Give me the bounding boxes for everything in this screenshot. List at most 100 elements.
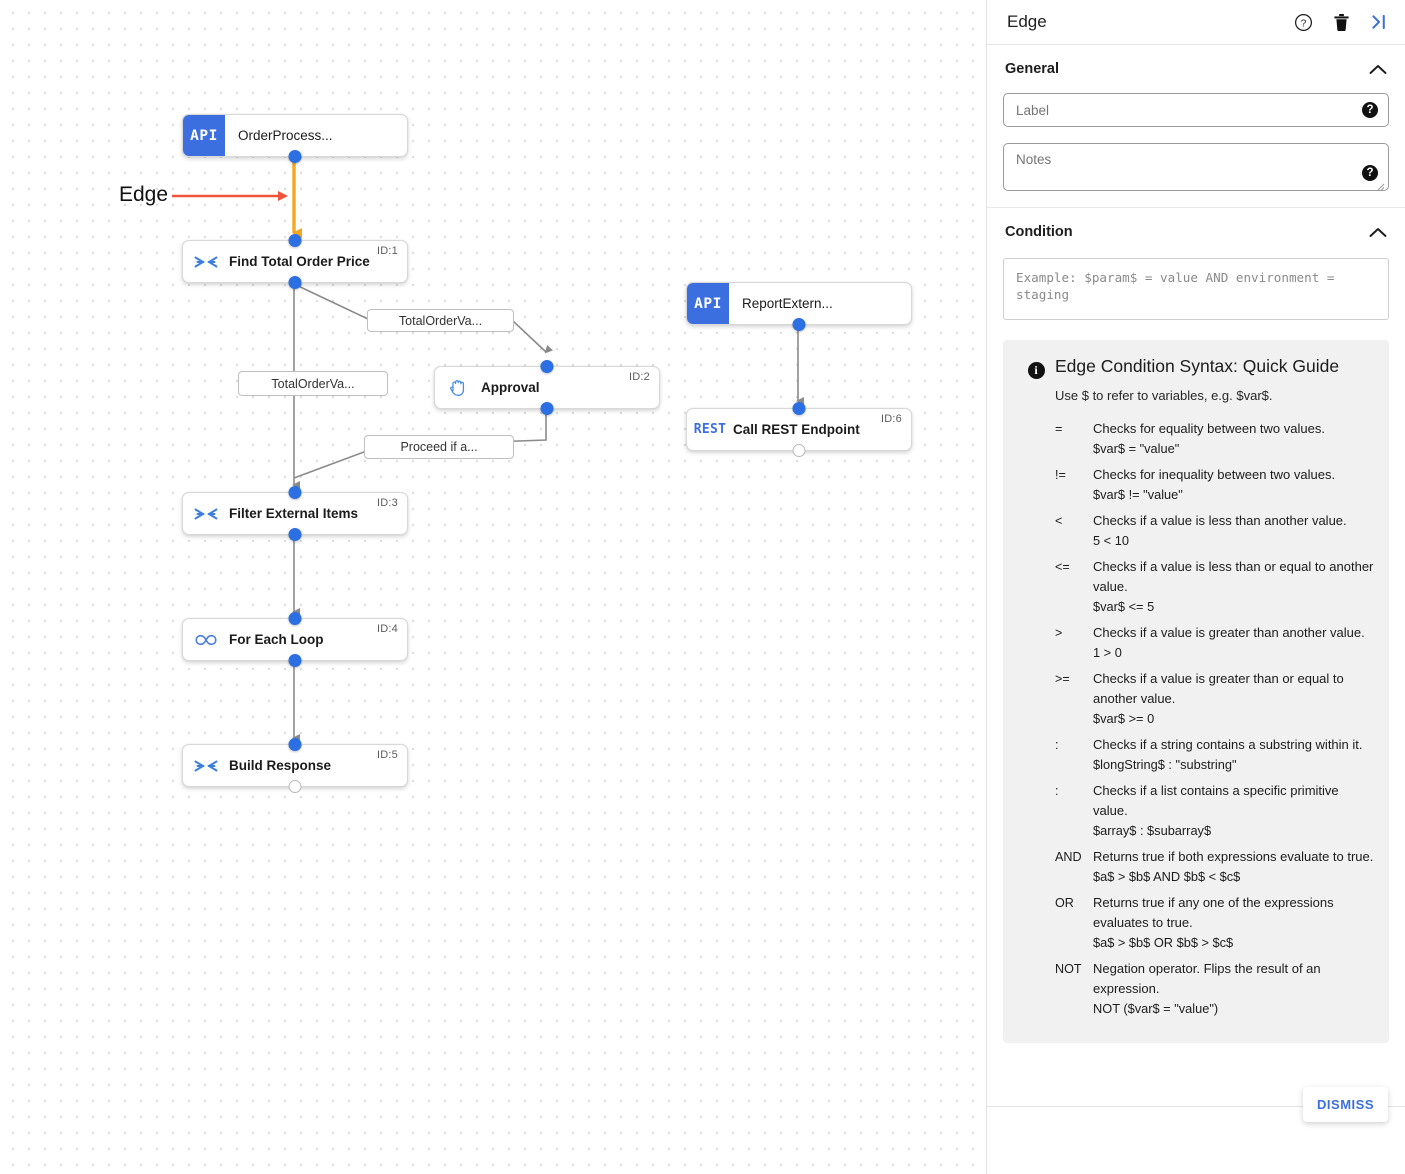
node-id-label: ID:1: [377, 245, 398, 257]
operator-key: :: [1055, 738, 1059, 752]
node-title: Find Total Order Price: [229, 254, 370, 269]
operator-desc: Checks if a string contains a substring …: [1093, 737, 1363, 752]
collapse-panel-icon[interactable]: [1370, 13, 1389, 31]
chevron-up-icon[interactable]: [1369, 64, 1387, 75]
node-output-port[interactable]: [288, 780, 302, 793]
merge-arrows-icon: [183, 759, 229, 773]
node-find-total-order-price[interactable]: Find Total Order Price ID:1: [182, 234, 408, 289]
operator-row: >= Checks if a value is greater than or …: [1055, 669, 1375, 729]
operator-row: != Checks for inequality between two val…: [1055, 465, 1375, 505]
operator-row: OR Returns true if any one of the expres…: [1055, 893, 1375, 953]
operator-desc: Checks if a value is less than another v…: [1093, 513, 1347, 528]
node-output-port[interactable]: [792, 444, 806, 457]
node-output-port[interactable]: [288, 150, 302, 163]
operator-key: !=: [1055, 468, 1066, 482]
section-condition-header[interactable]: Condition: [1003, 208, 1389, 256]
node-id-label: ID:4: [377, 623, 398, 635]
annotation-label: Edge: [119, 183, 169, 206]
rest-badge-icon: REST: [693, 422, 727, 437]
edge-label[interactable]: TotalOrderVa...: [238, 371, 388, 396]
delete-icon[interactable]: [1333, 13, 1350, 32]
section-condition-title: Condition: [1005, 224, 1073, 240]
operator-example: $var$ != "value": [1093, 487, 1183, 502]
operator-key: AND: [1055, 850, 1082, 864]
operator-key: OR: [1055, 896, 1074, 910]
operator-example: 5 < 10: [1093, 533, 1129, 548]
chevron-up-icon[interactable]: [1369, 227, 1387, 238]
panel-scroll-area[interactable]: General Label ? Notes ? Condition Exampl…: [987, 45, 1405, 1106]
operator-key: >=: [1055, 672, 1070, 686]
node-approval[interactable]: Approval ID:2: [434, 360, 660, 415]
operator-key: >: [1055, 626, 1063, 640]
node-input-port[interactable]: [540, 360, 554, 373]
label-field[interactable]: Label ?: [1003, 93, 1389, 127]
node-output-port[interactable]: [288, 654, 302, 667]
node-input-port[interactable]: [288, 486, 302, 499]
operator-desc: Returns true if both expressions evaluat…: [1093, 849, 1374, 864]
node-input-port[interactable]: [792, 402, 806, 415]
api-badge-icon: API: [183, 115, 225, 156]
operator-desc: Checks for inequality between two values…: [1093, 467, 1336, 482]
node-build-response[interactable]: Build Response ID:5: [182, 738, 408, 793]
section-general-header[interactable]: General: [1003, 45, 1389, 93]
guide-subtitle: Use $ to refer to variables, e.g. $var$.: [1055, 388, 1273, 403]
node-title: Filter External Items: [229, 506, 359, 521]
section-general: General Label ? Notes ?: [987, 45, 1405, 208]
node-input-port[interactable]: [288, 612, 302, 625]
label-field-placeholder: Label: [1016, 102, 1050, 118]
notes-field-placeholder: Notes: [1016, 152, 1052, 167]
help-icon[interactable]: ?: [1362, 102, 1378, 118]
operator-example: $var$ = "value": [1093, 441, 1180, 456]
operator-row: : Checks if a string contains a substrin…: [1055, 735, 1375, 775]
operator-desc: Checks if a value is less than or equal …: [1093, 559, 1374, 594]
operator-example: NOT ($var$ = "value"): [1093, 1001, 1219, 1016]
operator-example: $a$ > $b$ AND $b$ < $c$: [1093, 869, 1241, 884]
operator-row: AND Returns true if both expressions eva…: [1055, 847, 1375, 887]
operator-key: =: [1055, 422, 1063, 436]
operator-example: $var$ >= 0: [1093, 711, 1155, 726]
edge-label[interactable]: TotalOrderVa...: [367, 309, 514, 332]
node-order-process[interactable]: API OrderProcess...: [182, 114, 408, 163]
node-output-port[interactable]: [540, 402, 554, 415]
node-title: OrderProcess...: [238, 128, 333, 143]
node-filter-external-items[interactable]: Filter External Items ID:3: [182, 486, 408, 541]
node-call-rest-endpoint[interactable]: REST Call REST Endpoint ID:6: [686, 402, 912, 457]
flow-canvas[interactable]: Edge API OrderProcess... Find Total Orde…: [0, 0, 985, 1174]
node-title: Call REST Endpoint: [733, 422, 860, 437]
node-id-label: ID:5: [377, 749, 398, 761]
condition-quick-guide: i Edge Condition Syntax: Quick Guide Use…: [1003, 340, 1389, 1043]
condition-textarea[interactable]: Example: $param$ = value AND environment…: [1003, 258, 1389, 320]
operator-key: <: [1055, 514, 1063, 528]
node-output-port[interactable]: [288, 528, 302, 541]
node-input-port[interactable]: [288, 738, 302, 751]
operator-example: $longString$ : "substring": [1093, 757, 1237, 772]
operator-key: <=: [1055, 560, 1070, 574]
notes-field[interactable]: Notes ?: [1003, 143, 1389, 192]
node-report-external[interactable]: API ReportExtern...: [686, 282, 912, 331]
info-icon: i: [1027, 362, 1045, 379]
guide-title: Edge Condition Syntax: Quick Guide: [1055, 356, 1340, 376]
operator-desc: Checks for equality between two values.: [1093, 421, 1325, 436]
edge-label[interactable]: Proceed if a...: [364, 435, 514, 459]
node-for-each-loop[interactable]: For Each Loop ID:4: [182, 612, 408, 667]
node-title: Build Response: [229, 758, 332, 773]
operator-row: : Checks if a list contains a specific p…: [1055, 781, 1375, 841]
node-output-port[interactable]: [288, 276, 302, 289]
operator-example: $var$ <= 5: [1093, 599, 1155, 614]
panel-footer: DISMISS: [987, 1087, 1405, 1174]
node-title: Approval: [481, 380, 540, 395]
operator-key: :: [1055, 784, 1059, 798]
operator-row: NOT Negation operator. Flips the result …: [1055, 959, 1375, 1019]
api-badge-icon: API: [687, 283, 729, 324]
operator-desc: Checks if a value is greater than or equ…: [1093, 671, 1344, 706]
help-icon[interactable]: ?: [1294, 13, 1313, 32]
edges-layer: [172, 157, 804, 742]
operator-desc: Checks if a value is greater than anothe…: [1093, 625, 1365, 640]
infinity-loop-icon: [183, 633, 229, 647]
operator-example: $a$ > $b$ OR $b$ > $c$: [1093, 935, 1234, 950]
operator-row: = Checks for equality between two values…: [1055, 419, 1375, 459]
node-output-port[interactable]: [792, 318, 806, 331]
resize-handle-icon[interactable]: [1376, 179, 1385, 192]
node-input-port[interactable]: [288, 234, 302, 247]
dismiss-button[interactable]: DISMISS: [1303, 1087, 1388, 1122]
